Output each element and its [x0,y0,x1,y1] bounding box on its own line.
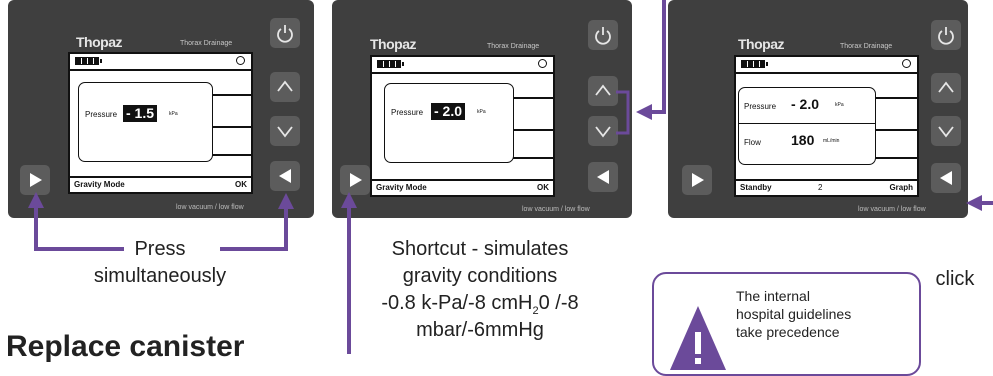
updown-bracket [616,90,630,135]
annotation-arrows [28,0,993,354]
press-bracket-right [220,193,294,251]
top-pointer [636,0,666,120]
press-bracket-left [28,192,124,251]
